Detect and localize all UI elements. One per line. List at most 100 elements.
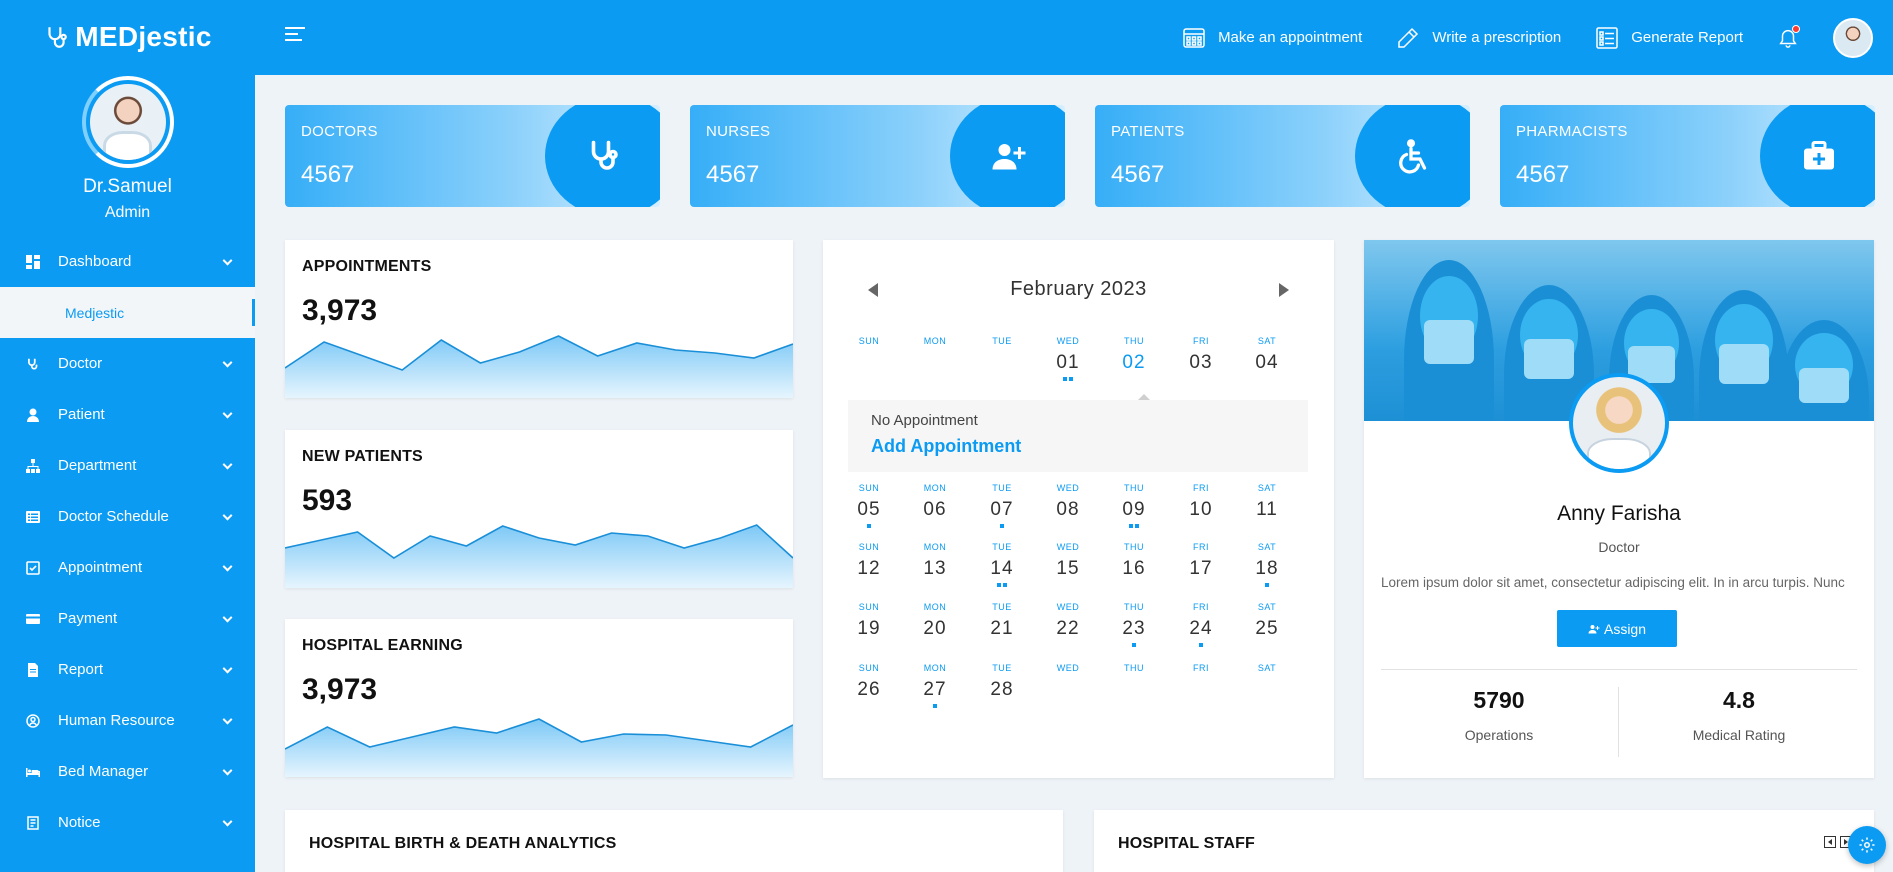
stat-card-doctors[interactable]: DOCTORS 4567 [285,105,660,207]
calendar-day: THU [1101,663,1167,685]
user-avatar[interactable] [1833,17,1873,58]
calendar-day[interactable]: FRI 24 [1168,602,1234,649]
day-number: 18 [1255,558,1279,579]
calendar-day[interactable]: FRI 03 [1168,336,1234,383]
day-number: 08 [1056,499,1080,520]
event-dots [1234,583,1300,589]
stat-card-pharmacists[interactable]: PHARMACISTS 4567 [1500,105,1875,207]
event-dots [969,524,1035,530]
calendar-day[interactable]: SAT 11 [1234,483,1300,530]
generate-report-button[interactable]: Generate Report [1595,26,1743,50]
sidebar-item-appointment[interactable]: Appointment [0,542,255,593]
day-number: 12 [857,558,881,579]
dashboard-icon [26,254,40,269]
credit-card-icon [26,612,40,626]
calendar-day[interactable]: SUN 19 [836,602,902,649]
medical-rating-stat: 4.8 Medical Rating [1619,687,1859,743]
day-number: 16 [1122,558,1146,579]
day-number: 23 [1122,618,1146,639]
day-of-week: MON [923,542,947,552]
event-dots [1168,679,1234,685]
sidebar-item-notice[interactable]: Notice [0,797,255,848]
sidebar-item-payment[interactable]: Payment [0,593,255,644]
sidebar-item-report[interactable]: Report [0,644,255,695]
calendar-day: FRI [1168,663,1234,685]
sidebar-item-label: Patient [58,406,105,423]
chevron-down-icon [222,510,233,521]
sidebar-item-department[interactable]: Department [0,440,255,491]
brand[interactable]: MEDjestic [0,0,255,74]
event-dots [1234,643,1300,649]
day-of-week: MON [923,483,947,493]
calendar-day[interactable]: THU 09 [1101,483,1167,530]
calendar-day[interactable]: MON 20 [902,602,968,649]
sidebar-item-human-resource[interactable]: Human Resource [0,695,255,746]
chevron-down-icon [222,612,233,623]
calendar-day[interactable]: WED 08 [1035,483,1101,530]
calendar-day[interactable]: TUE 28 [969,663,1035,710]
add-appointment-link[interactable]: Add Appointment [871,436,1021,457]
stat-number: 4.8 [1723,687,1755,713]
day-number: 11 [1256,499,1278,520]
card-title: HOSPITAL EARNING [302,637,463,654]
day-of-week: WED [1056,663,1080,673]
calendar-day[interactable]: THU 16 [1101,542,1167,589]
no-appointment-text: No Appointment [871,412,978,429]
day-of-week: TUE [992,483,1012,493]
day-number: 25 [1255,618,1279,639]
notifications-button[interactable] [1777,24,1800,49]
card-value: 593 [302,484,353,517]
calendar-day: SAT [1234,663,1300,685]
sidebar-item-doctor-schedule[interactable]: Doctor Schedule [0,491,255,542]
doctor-profile-card: Anny Farisha Doctor Lorem ipsum dolor si… [1364,240,1874,778]
assign-button[interactable]: Assign [1557,610,1677,647]
calendar-day[interactable]: WED 22 [1035,602,1101,649]
calendar-day[interactable]: FRI 10 [1168,483,1234,530]
sidebar-item-dashboard[interactable]: Dashboard [0,236,255,287]
stat-label: DOCTORS [301,123,378,140]
sidebar-item-patient[interactable]: Patient [0,389,255,440]
calendar-widget: February 2023 No Appointment Add Appoint… [823,240,1334,778]
calendar-day[interactable]: TUE 14 [969,542,1035,589]
sidebar-item-label: Payment [58,610,118,627]
next-month-icon[interactable] [1279,283,1289,297]
calendar-day[interactable]: SAT 25 [1234,602,1300,649]
sidebar-item-label: Human Resource [58,712,175,729]
event-dots [902,704,968,710]
calendar-day[interactable]: FRI 17 [1168,542,1234,589]
birth-death-analytics-card: HOSPITAL BIRTH & DEATH ANALYTICS [285,810,1063,872]
settings-button[interactable] [1848,826,1886,864]
calendar-day[interactable]: SUN 05 [836,483,902,530]
stat-card-patients[interactable]: PATIENTS 4567 [1095,105,1470,207]
calendar-day[interactable]: TUE 21 [969,602,1035,649]
profile-avatar[interactable] [81,76,174,168]
menu-toggle-icon[interactable] [285,27,305,45]
calendar-day[interactable]: SAT 04 [1234,336,1300,383]
pager-prev-icon[interactable] [1824,836,1836,848]
calendar-day[interactable]: THU 23 [1101,602,1167,649]
sidebar-subitem-medjestic[interactable]: Medjestic [0,287,255,338]
calendar-day[interactable]: WED 01 [1035,336,1101,383]
calendar-day[interactable]: MON 27 [902,663,968,710]
calendar-day[interactable]: WED 15 [1035,542,1101,589]
sidebar-item-bed-manager[interactable]: Bed Manager [0,746,255,797]
calendar-day[interactable]: SUN 12 [836,542,902,589]
calendar-day[interactable]: MON 06 [902,483,968,530]
calendar-day[interactable]: TUE 07 [969,483,1035,530]
stat-card-nurses[interactable]: NURSES 4567 [690,105,1065,207]
calendar-day[interactable]: THU 02 [1101,336,1167,383]
write-prescription-button[interactable]: Write a prescription [1396,26,1561,50]
calendar-day[interactable]: SAT 18 [1234,542,1300,589]
doctor-avatar[interactable] [1569,373,1669,473]
event-dots [1101,377,1167,383]
sidebar-item-doctor[interactable]: Doctor [0,338,255,389]
calendar-day[interactable]: MON 13 [902,542,968,589]
make-appointment-button[interactable]: Make an appointment [1182,26,1362,50]
day-number: 26 [857,679,881,700]
event-dots [1168,643,1234,649]
day-number: 13 [923,558,947,579]
event-dots [1168,524,1234,530]
sidebar: MEDjestic Dr.Samuel Admin Dashboard Medje… [0,0,255,872]
day-number: 01 [1056,352,1080,373]
calendar-day[interactable]: SUN 26 [836,663,902,710]
